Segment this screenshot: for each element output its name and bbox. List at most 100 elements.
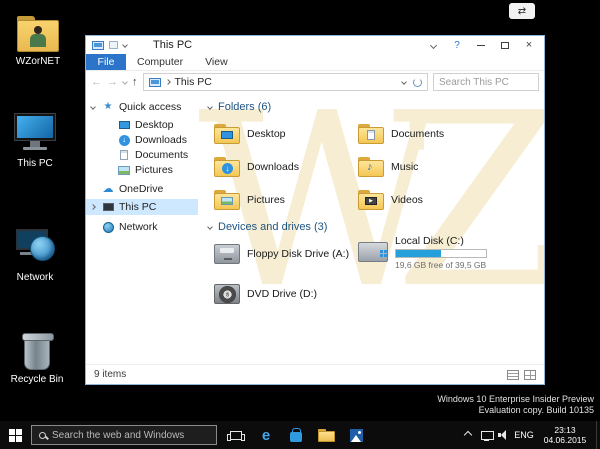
refresh-icon[interactable] bbox=[413, 77, 422, 87]
folder-icon bbox=[317, 428, 335, 442]
documents-icon bbox=[120, 150, 128, 160]
details-view-button[interactable] bbox=[507, 369, 519, 380]
desktop-icon-recycle-bin[interactable]: Recycle Bin bbox=[5, 324, 69, 386]
sidebar-item-quick-access[interactable]: ★ Quick access bbox=[86, 99, 198, 115]
address-dropdown-icon[interactable] bbox=[401, 79, 407, 85]
up-button[interactable]: ↑ bbox=[132, 76, 138, 88]
tile-label: Music bbox=[391, 161, 419, 173]
store-bag-icon bbox=[290, 428, 302, 442]
back-button[interactable]: ← bbox=[91, 76, 102, 88]
chevron-right-icon[interactable] bbox=[90, 204, 96, 210]
folder-tile-pictures[interactable]: Pictures bbox=[214, 185, 352, 215]
volume-icon bbox=[498, 430, 508, 440]
large-icons-view-button[interactable] bbox=[524, 369, 536, 380]
start-button[interactable] bbox=[0, 421, 30, 449]
drive-tile-dvd[interactable]: DVD DVD Drive (D:) bbox=[214, 279, 352, 309]
breadcrumb[interactable]: This PC bbox=[142, 73, 428, 91]
sidebar-item-documents[interactable]: Documents bbox=[86, 147, 198, 163]
status-bar: 9 items bbox=[86, 364, 544, 384]
volume-tray-button[interactable] bbox=[495, 421, 511, 449]
store-button[interactable] bbox=[284, 424, 308, 446]
explorer-window: This PC ? × File Computer View ← → ↑ Thi… bbox=[85, 35, 545, 385]
downloads-folder-icon: ↓ bbox=[214, 157, 240, 177]
desktop-folder-icon bbox=[214, 124, 240, 144]
tab-computer[interactable]: Computer bbox=[126, 54, 194, 70]
ribbon-toggle-button[interactable] bbox=[421, 37, 445, 53]
tray-time: 23:13 bbox=[554, 425, 576, 435]
tile-label: Downloads bbox=[247, 161, 299, 173]
taskbar-search-input[interactable] bbox=[52, 429, 216, 441]
sidebar-item-label: Documents bbox=[135, 149, 189, 161]
taskbar-search-box[interactable] bbox=[31, 425, 217, 445]
minimize-button[interactable] bbox=[469, 37, 493, 53]
folder-tile-music[interactable]: ♪ Music bbox=[358, 152, 496, 182]
devices-section-header[interactable]: Devices and drives (3) bbox=[207, 221, 327, 233]
user-folder-icon bbox=[6, 6, 70, 52]
edge-button[interactable]: e bbox=[254, 424, 278, 446]
computer-icon bbox=[3, 108, 67, 154]
desktop-icon-wzornet[interactable]: WZorNET bbox=[6, 6, 70, 68]
drive-tile-local-disk[interactable]: Local Disk (C:) 19,6 GB free of 39,5 GB bbox=[358, 234, 538, 270]
sidebar-item-network[interactable]: Network bbox=[86, 219, 198, 235]
clock[interactable]: 23:13 04.06.2015 bbox=[537, 421, 593, 449]
network-status-icon bbox=[480, 430, 494, 441]
close-button[interactable]: × bbox=[517, 37, 541, 53]
collapse-icon[interactable] bbox=[207, 104, 213, 110]
desktop-icon-label: Network bbox=[16, 272, 54, 283]
disk-capacity-text: 19,6 GB free of 39,5 GB bbox=[395, 259, 487, 270]
sidebar-item-label: Downloads bbox=[135, 134, 187, 146]
sidebar-item-label: Desktop bbox=[135, 119, 174, 131]
tray-expand-button[interactable] bbox=[460, 421, 476, 449]
cloud-icon: ☁ bbox=[102, 182, 114, 195]
address-bar: ← → ↑ This PC bbox=[86, 71, 544, 93]
tab-view[interactable]: View bbox=[194, 54, 239, 70]
items-count: 9 items bbox=[94, 369, 127, 380]
chevron-right-icon[interactable] bbox=[164, 79, 171, 85]
breadcrumb-location[interactable]: This PC bbox=[175, 76, 212, 88]
floppy-drive-icon bbox=[214, 244, 240, 264]
tab-file[interactable]: File bbox=[86, 54, 126, 70]
folder-tile-downloads[interactable]: ↓ Downloads bbox=[214, 152, 352, 182]
sidebar-item-downloads[interactable]: ↓ Downloads bbox=[86, 132, 198, 148]
tile-label: Desktop bbox=[247, 128, 286, 140]
desktop-icon-network[interactable]: Network bbox=[3, 222, 67, 284]
sidebar-item-this-pc[interactable]: This PC bbox=[86, 199, 198, 215]
sidebar-item-desktop[interactable]: Desktop bbox=[86, 117, 198, 133]
forward-button[interactable]: → bbox=[107, 76, 118, 88]
show-desktop-button[interactable] bbox=[596, 421, 600, 449]
task-view-icon bbox=[227, 430, 245, 441]
drive-tile-floppy[interactable]: Floppy Disk Drive (A:) bbox=[214, 239, 352, 269]
chevron-down-icon[interactable] bbox=[90, 104, 96, 110]
build-watermark: Windows 10 Enterprise Insider Preview Ev… bbox=[437, 394, 594, 416]
items-pane: WZ Folders (6) Desktop Documents ↓ Downl… bbox=[198, 93, 544, 364]
ribbon-tabs: File Computer View bbox=[86, 54, 544, 71]
maximize-button[interactable] bbox=[493, 37, 517, 53]
folder-tile-videos[interactable]: ▶ Videos bbox=[358, 185, 496, 215]
task-view-button[interactable] bbox=[224, 424, 248, 446]
window-controls: ? × bbox=[421, 37, 541, 53]
explorer-search-box[interactable] bbox=[433, 73, 539, 91]
sidebar-item-onedrive[interactable]: ☁ OneDrive bbox=[86, 181, 198, 197]
network-tray-button[interactable] bbox=[478, 421, 494, 449]
collapse-icon[interactable] bbox=[207, 224, 213, 230]
sidebar-item-pictures[interactable]: Pictures bbox=[86, 162, 198, 178]
quick-access-toolbar-icon[interactable] bbox=[109, 41, 118, 49]
build-watermark-line2: Evaluation copy. Build 10135 bbox=[478, 405, 594, 415]
desktop-icon-this-pc[interactable]: This PC bbox=[3, 108, 67, 170]
section-title: Folders (6) bbox=[218, 101, 272, 113]
tile-label: Floppy Disk Drive (A:) bbox=[247, 248, 350, 260]
folder-tile-documents[interactable]: Documents bbox=[358, 119, 496, 149]
star-icon: ★ bbox=[103, 101, 113, 112]
tile-label: Local Disk (C:) bbox=[395, 234, 464, 247]
help-button[interactable]: ? bbox=[445, 37, 469, 53]
history-dropdown-icon[interactable] bbox=[122, 79, 128, 85]
photos-button[interactable] bbox=[344, 424, 368, 446]
quick-access-dropdown-icon[interactable] bbox=[122, 42, 128, 48]
language-indicator[interactable]: ENG bbox=[512, 421, 536, 449]
explorer-search-input[interactable] bbox=[434, 76, 538, 88]
folder-tile-desktop[interactable]: Desktop bbox=[214, 119, 352, 149]
explorer-app-icon bbox=[92, 40, 104, 50]
swap-arrows-icon[interactable]: ⇄ bbox=[509, 3, 535, 19]
folders-section-header[interactable]: Folders (6) bbox=[207, 101, 272, 113]
file-explorer-button[interactable] bbox=[314, 424, 338, 446]
